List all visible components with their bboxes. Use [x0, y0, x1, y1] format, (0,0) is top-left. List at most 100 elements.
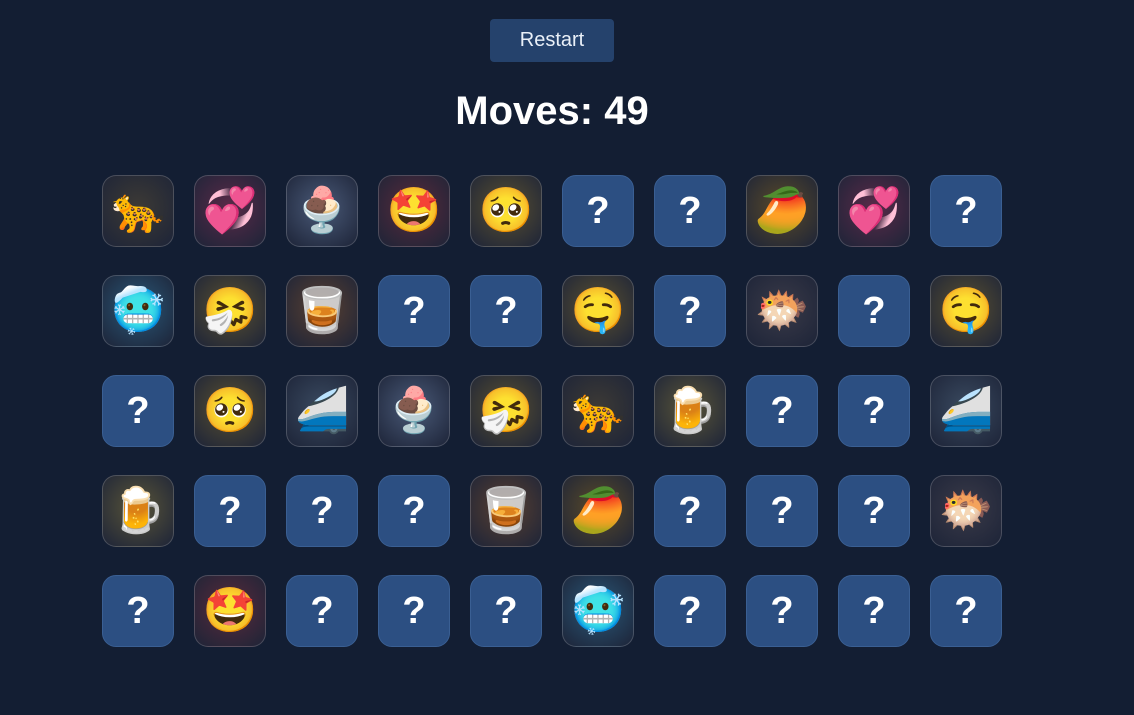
revealed-card[interactable]: 🐡	[930, 475, 1002, 547]
question-mark: ?	[402, 590, 426, 632]
question-mark: ?	[678, 590, 702, 632]
question-mark: ?	[126, 590, 150, 632]
mango-icon: 🥭	[570, 485, 626, 536]
blowfish-icon: 🐡	[754, 285, 810, 336]
drooling-face-icon: 🤤	[938, 285, 994, 336]
sneezing-face-icon: 🤧	[202, 285, 258, 336]
hidden-card[interactable]: ?	[654, 475, 726, 547]
tumbler-glass-icon: 🥃	[478, 485, 534, 536]
ice-cream-icon: 🍨	[386, 385, 442, 436]
revealed-card[interactable]: 🤧	[194, 275, 266, 347]
hidden-card[interactable]: ?	[746, 575, 818, 647]
hidden-card[interactable]: ?	[838, 575, 910, 647]
question-mark: ?	[310, 490, 334, 532]
revealed-card[interactable]: 🤧	[470, 375, 542, 447]
sneezing-face-icon: 🤧	[478, 385, 534, 436]
hidden-card[interactable]: ?	[838, 275, 910, 347]
hidden-card[interactable]: ?	[102, 575, 174, 647]
leopard-icon: 🐆	[570, 385, 626, 436]
revealed-card[interactable]: 🐡	[746, 275, 818, 347]
question-mark: ?	[678, 290, 702, 332]
revealed-card[interactable]: 🥺	[194, 375, 266, 447]
hidden-card[interactable]: ?	[930, 575, 1002, 647]
question-mark: ?	[770, 590, 794, 632]
question-mark: ?	[954, 190, 978, 232]
high-speed-train-icon: 🚄	[294, 385, 350, 436]
hidden-card[interactable]: ?	[378, 275, 450, 347]
star-struck-icon: 🤩	[386, 185, 442, 236]
beer-mug-icon: 🍺	[662, 385, 718, 436]
hidden-card[interactable]: ?	[746, 375, 818, 447]
beer-mug-icon: 🍺	[110, 485, 166, 536]
hidden-card[interactable]: ?	[286, 475, 358, 547]
revealed-card[interactable]: 🤩	[194, 575, 266, 647]
question-mark: ?	[678, 490, 702, 532]
revealed-card[interactable]: 🥶	[562, 575, 634, 647]
cold-face-icon: 🥶	[110, 285, 166, 336]
hidden-card[interactable]: ?	[654, 175, 726, 247]
hidden-card[interactable]: ?	[470, 275, 542, 347]
cold-face-icon: 🥶	[570, 585, 626, 636]
ice-cream-icon: 🍨	[294, 185, 350, 236]
revealed-card[interactable]: 🥭	[562, 475, 634, 547]
question-mark: ?	[770, 390, 794, 432]
revealed-card[interactable]: 🥃	[470, 475, 542, 547]
revealed-card[interactable]: 🚄	[930, 375, 1002, 447]
question-mark: ?	[862, 390, 886, 432]
question-mark: ?	[218, 490, 242, 532]
revealed-card[interactable]: 🥭	[746, 175, 818, 247]
question-mark: ?	[678, 190, 702, 232]
hidden-card[interactable]: ?	[746, 475, 818, 547]
hidden-card[interactable]: ?	[562, 175, 634, 247]
card-grid: 🐆 💞 🍨 🤩 🥺?? 🥭 💞? 🥶 🤧 🥃?? 🤤? 🐡? 🤤? 🥺 🚄 🍨 🤧 🐆 🍺?? 🚄 🍺??? 🥃 🥭??? 🐡…	[102, 175, 1002, 647]
blowfish-icon: 🐡	[938, 485, 994, 536]
revealed-card[interactable]: 🍺	[102, 475, 174, 547]
hidden-card[interactable]: ?	[838, 475, 910, 547]
pleading-face-icon: 🥺	[478, 185, 534, 236]
revealed-card[interactable]: 🤤	[562, 275, 634, 347]
revealed-card[interactable]: 🍨	[378, 375, 450, 447]
high-speed-train-icon: 🚄	[938, 385, 994, 436]
hidden-card[interactable]: ?	[930, 175, 1002, 247]
revealed-card[interactable]: 🥺	[470, 175, 542, 247]
revealed-card[interactable]: 💞	[838, 175, 910, 247]
revealed-card[interactable]: 🐆	[562, 375, 634, 447]
revealed-card[interactable]: 🐆	[102, 175, 174, 247]
revealed-card[interactable]: 🚄	[286, 375, 358, 447]
revealed-card[interactable]: 🥶	[102, 275, 174, 347]
question-mark: ?	[494, 290, 518, 332]
revealed-card[interactable]: 🥃	[286, 275, 358, 347]
question-mark: ?	[402, 490, 426, 532]
mango-icon: 🥭	[754, 185, 810, 236]
revolving-hearts-icon: 💞	[846, 185, 902, 236]
hidden-card[interactable]: ?	[378, 575, 450, 647]
hidden-card[interactable]: ?	[286, 575, 358, 647]
star-struck-icon: 🤩	[202, 585, 258, 636]
hidden-card[interactable]: ?	[378, 475, 450, 547]
tumbler-glass-icon: 🥃	[294, 285, 350, 336]
question-mark: ?	[494, 590, 518, 632]
question-mark: ?	[862, 590, 886, 632]
restart-button[interactable]: Restart	[490, 19, 614, 62]
revolving-hearts-icon: 💞	[202, 185, 258, 236]
question-mark: ?	[862, 290, 886, 332]
revealed-card[interactable]: 🍺	[654, 375, 726, 447]
hidden-card[interactable]: ?	[838, 375, 910, 447]
question-mark: ?	[862, 490, 886, 532]
question-mark: ?	[402, 290, 426, 332]
moves-counter: Moves: 49	[455, 89, 649, 133]
revealed-card[interactable]: 💞	[194, 175, 266, 247]
hidden-card[interactable]: ?	[194, 475, 266, 547]
revealed-card[interactable]: 🤤	[930, 275, 1002, 347]
leopard-icon: 🐆	[110, 185, 166, 236]
revealed-card[interactable]: 🤩	[378, 175, 450, 247]
drooling-face-icon: 🤤	[570, 285, 626, 336]
hidden-card[interactable]: ?	[102, 375, 174, 447]
hidden-card[interactable]: ?	[654, 275, 726, 347]
question-mark: ?	[310, 590, 334, 632]
revealed-card[interactable]: 🍨	[286, 175, 358, 247]
question-mark: ?	[770, 490, 794, 532]
game-page: Restart Moves: 49 🐆 💞 🍨 🤩 🥺?? 🥭 💞? 🥶 🤧 🥃?? 🤤? 🐡? 🤤? 🥺…	[0, 0, 1134, 715]
hidden-card[interactable]: ?	[654, 575, 726, 647]
hidden-card[interactable]: ?	[470, 575, 542, 647]
